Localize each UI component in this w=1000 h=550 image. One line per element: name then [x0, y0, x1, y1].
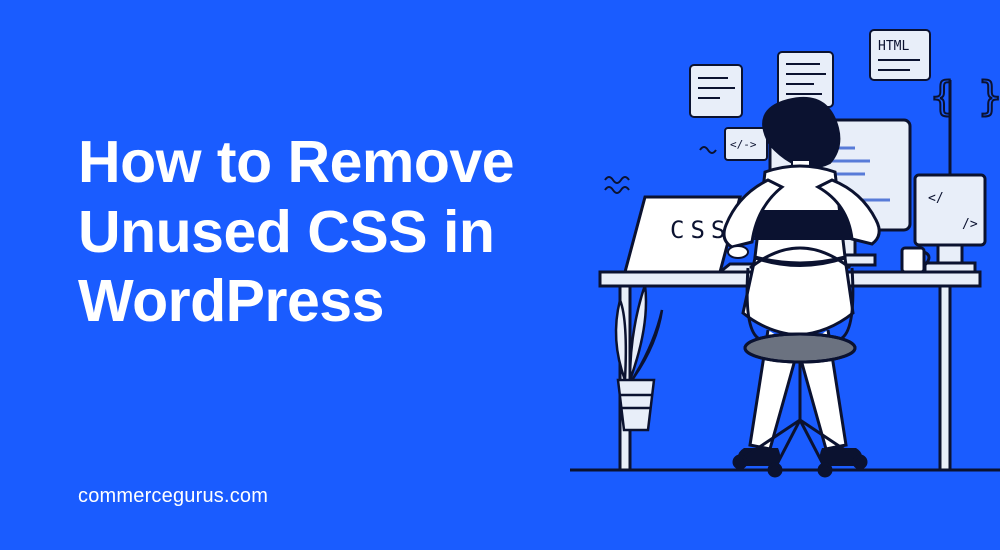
svg-text:</->: </-> — [730, 138, 757, 151]
svg-text:{ }: { } — [930, 74, 1000, 120]
site-name: commercegurus.com — [78, 485, 268, 508]
page-title: How to RemoveUnused CSS inWordPress — [78, 128, 514, 337]
note-html-label: HTML — [878, 39, 909, 54]
svg-text:</: </ — [928, 191, 944, 206]
laptop-label: CSS — [670, 216, 731, 244]
svg-text:/>: /> — [962, 217, 978, 232]
hero-illustration: CSS </ /> — [570, 0, 1000, 550]
